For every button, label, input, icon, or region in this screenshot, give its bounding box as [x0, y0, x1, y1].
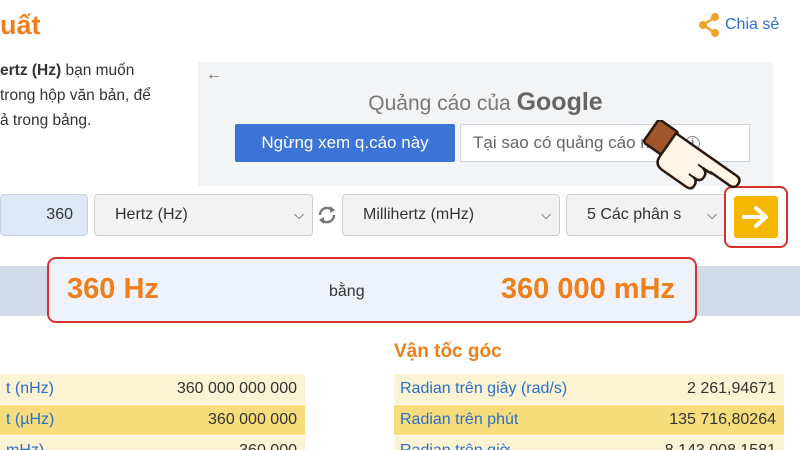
table-row: Radian trên giờ 8 143 008,1581 — [394, 436, 784, 450]
table-row-value: 360 000 000 — [208, 411, 297, 428]
intro-line1: bạn muốn — [61, 62, 135, 79]
ad-heading-prefix: Quảng cáo của — [368, 92, 517, 115]
result-equals: bằng — [329, 283, 365, 300]
table-row-value: 360 000 — [239, 442, 305, 450]
from-unit-label: Hertz (Hz) — [115, 206, 188, 223]
share-label: Chia sẻ — [725, 16, 780, 33]
table-row-value: 2 261,94671 — [687, 380, 776, 397]
stop-ad-button[interactable]: Ngừng xem q.cáo này — [235, 124, 455, 162]
table-row: Radian trên phút 135 716,80264 — [394, 405, 784, 436]
chevron-down-icon: ⌵ — [294, 207, 304, 222]
intro-line3: ả trong bảng. — [0, 112, 92, 129]
angular-velocity-title: Vận tốc góc — [394, 341, 502, 362]
table-row-name[interactable]: Radian trên phút — [394, 411, 518, 429]
arrow-right-icon — [742, 206, 768, 228]
precision-label: 5 Các phân s — [587, 206, 682, 223]
page-title: uất — [0, 10, 41, 40]
intro-text: ertz (Hz) bạn muốn trong hộp văn bản, để… — [0, 58, 190, 133]
share-icon — [699, 13, 719, 37]
table-row-name[interactable]: Radian trên giờ — [394, 442, 510, 450]
ad-heading-brand: Google — [516, 88, 603, 116]
table-row: Radian trên giây (rad/s) 2 261,94671 — [394, 374, 784, 405]
table-row: mHz) 360 000 — [0, 436, 305, 450]
angular-velocity-table: Radian trên giây (rad/s) 2 261,94671 Rad… — [394, 374, 784, 450]
table-row-value: 360 000 000 000 — [176, 380, 297, 397]
table-row: t (µHz) 360 000 000 — [0, 405, 305, 436]
swap-icon[interactable] — [316, 204, 338, 226]
intro-line2: trong hộp văn bản, để — [0, 87, 151, 104]
value-input[interactable]: 360 — [0, 194, 88, 236]
pointing-hand-icon — [642, 120, 741, 190]
share-button[interactable]: Chia sẻ — [697, 12, 779, 38]
ad-heading: Quảng cáo của Google — [198, 88, 773, 117]
table-row-value: 135 716,80264 — [669, 411, 776, 428]
table-row-value: 8 143 008,1581 — [665, 442, 784, 450]
intro-bold: ertz (Hz) — [0, 62, 62, 79]
table-row-name[interactable]: t (nHz) — [0, 380, 54, 398]
to-unit-label: Millihertz (mHz) — [363, 206, 475, 223]
result-from: 360 Hz — [67, 273, 159, 305]
from-unit-select[interactable]: Hertz (Hz) ⌵ — [94, 194, 313, 236]
table-row-name[interactable]: mHz) — [0, 442, 44, 450]
table-row-name[interactable]: t (µHz) — [0, 411, 54, 429]
table-row-name[interactable]: Radian trên giây (rad/s) — [394, 380, 567, 398]
chevron-down-icon: ⌵ — [541, 207, 551, 222]
result-box: 360 Hz bằng 360 000 mHz — [47, 257, 697, 323]
result-to: 360 000 mHz — [500, 273, 675, 305]
to-unit-select[interactable]: Millihertz (mHz) ⌵ — [342, 194, 560, 236]
frequency-table: t (nHz) 360 000 000 000 t (µHz) 360 000 … — [0, 374, 305, 450]
back-arrow-icon[interactable]: ← — [206, 66, 222, 84]
table-row: t (nHz) 360 000 000 000 — [0, 374, 305, 405]
